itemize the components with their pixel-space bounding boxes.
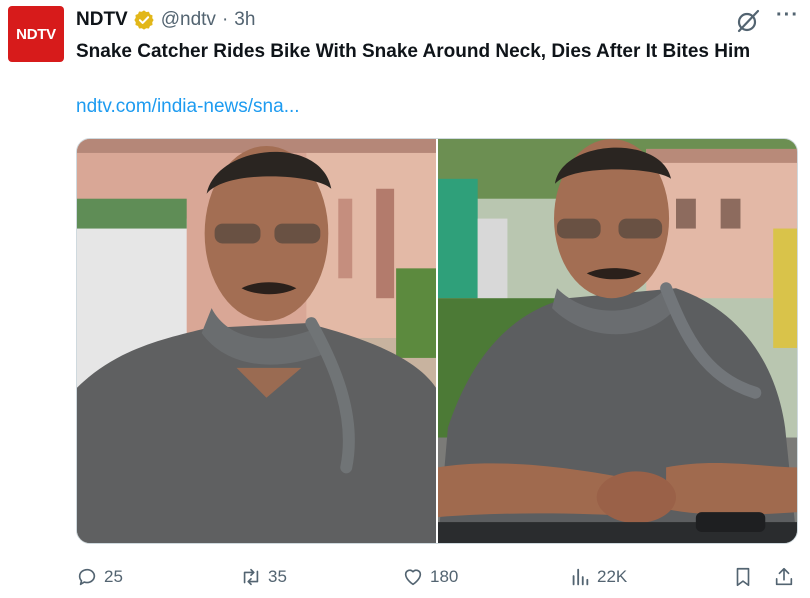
more-icon[interactable]: ···: [776, 4, 799, 27]
verified-badge-icon: [134, 10, 154, 30]
share-icon: [775, 567, 793, 586]
reply-count: 25: [104, 567, 123, 586]
like-button[interactable]: 180: [402, 562, 458, 592]
avatar-logo-text: NDTV: [16, 25, 56, 43]
timestamp[interactable]: 3h: [234, 9, 255, 31]
photo-left[interactable]: [77, 139, 436, 543]
views-button[interactable]: 22K: [569, 562, 627, 592]
tweet-text: Snake Catcher Rides Bike With Snake Arou…: [76, 41, 751, 62]
bookmark-button[interactable]: [732, 562, 760, 592]
views-icon: [572, 568, 589, 586]
media-grid[interactable]: [76, 138, 798, 544]
like-count: 180: [430, 567, 459, 586]
view-count: 22K: [597, 567, 628, 586]
tweet-header: NDTV @ndtv · 3h: [76, 6, 255, 34]
repost-icon: [243, 568, 259, 586]
account-name[interactable]: NDTV: [76, 9, 128, 31]
reply-icon: [78, 568, 96, 586]
grok-icon[interactable]: [735, 8, 761, 34]
bookmark-icon: [736, 567, 750, 587]
repost-count: 35: [268, 567, 287, 586]
reply-button[interactable]: 25: [76, 562, 123, 592]
avatar[interactable]: NDTV: [8, 6, 64, 62]
share-button[interactable]: [773, 562, 801, 592]
photo-right[interactable]: [436, 139, 797, 543]
account-handle[interactable]: @ndtv: [161, 9, 216, 31]
heart-icon: [404, 569, 422, 586]
tweet-actions: 25 35 180 22K: [76, 562, 798, 592]
tweet-link[interactable]: ndtv.com/india-news/sna...: [76, 96, 300, 118]
repost-button[interactable]: 35: [240, 562, 287, 592]
separator-dot: ·: [221, 9, 229, 30]
